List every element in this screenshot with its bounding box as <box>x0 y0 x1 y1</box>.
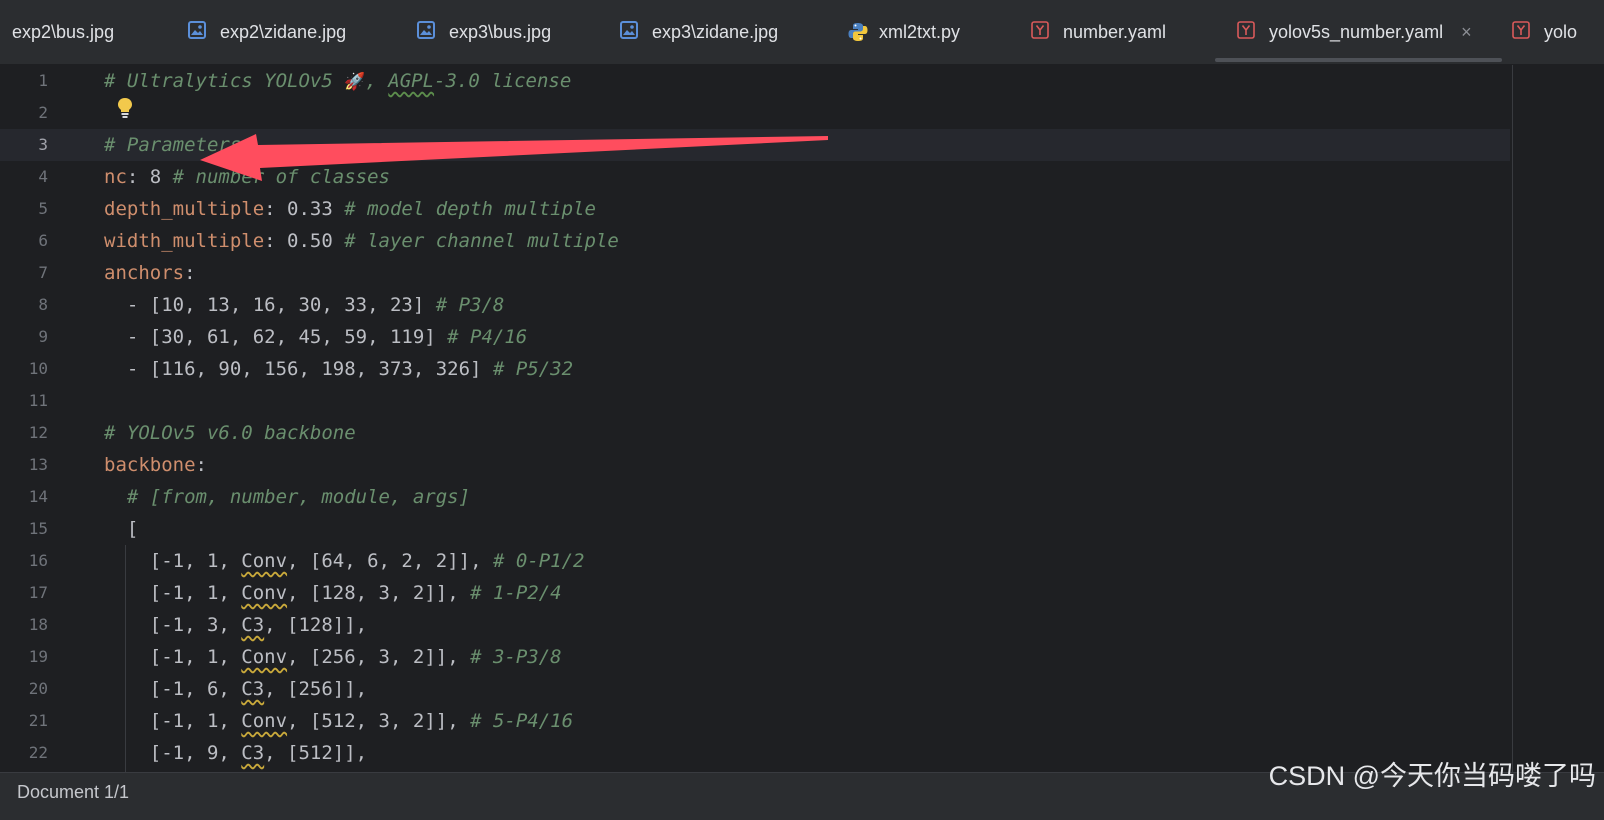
code-line-5: 5 depth_multiple: 0.33 # model depth mul… <box>0 193 1510 225</box>
image-icon <box>620 21 642 43</box>
tab-label: xml2txt.py <box>879 21 961 42</box>
line-number: 5 <box>38 199 48 218</box>
yaml-icon <box>1512 21 1534 43</box>
code-text: [-1, 1, Conv, [512, 3, 2]], # 5-P4/16 <box>104 710 574 732</box>
code-line-6: 6 width_multiple: 0.50 # layer channel m… <box>0 225 1510 257</box>
tab-label: yolo <box>1544 21 1578 42</box>
tab-exp3-zidane[interactable]: exp3\zidane.jpg <box>620 0 778 64</box>
python-icon <box>847 21 869 43</box>
code-line-19: 19 [-1, 1, Conv, [256, 3, 2]], # 3-P3/8 <box>0 641 1510 673</box>
tab-label: exp3\bus.jpg <box>449 21 552 42</box>
code-text: [-1, 1, Conv, [128, 3, 2]], # 1-P2/4 <box>104 582 562 604</box>
tab-yolov5s-number-yaml[interactable]: yolov5s_number.yaml × <box>1215 0 1502 64</box>
yaml-icon <box>1237 21 1259 43</box>
code-line-21: 21 [-1, 1, Conv, [512, 3, 2]], # 5-P4/16 <box>0 705 1510 737</box>
tab-label: yolov5s_number.yaml <box>1269 21 1444 42</box>
code-line-17: 17 [-1, 1, Conv, [128, 3, 2]], # 1-P2/4 <box>0 577 1510 609</box>
line-number: 1 <box>38 71 48 90</box>
lightbulb-icon[interactable] <box>114 96 136 120</box>
line-number: 19 <box>28 647 48 666</box>
code-text: nc: 8 # number of classes <box>104 166 390 188</box>
code-text: [-1, 1, Conv, [64, 6, 2, 2]], # 0-P1/2 <box>104 550 585 572</box>
line-number: 9 <box>38 327 48 346</box>
image-icon <box>417 21 439 43</box>
tab-label: exp2\zidane.jpg <box>220 21 347 42</box>
tab-yolo-overflow[interactable]: yolo <box>1512 0 1577 64</box>
code-line-16: 16 [-1, 1, Conv, [64, 6, 2, 2]], # 0-P1/… <box>0 545 1510 577</box>
code-line-7: 7 anchors: <box>0 257 1510 289</box>
document-status: Document 1/1 <box>17 782 130 802</box>
code-line-1: 1 # Ultralytics YOLOv5 🚀, AGPL-3.0 licen… <box>0 65 1510 97</box>
line-number: 6 <box>38 231 48 250</box>
code-line-12: 12 # YOLOv5 v6.0 backbone <box>0 417 1510 449</box>
code-text: - [30, 61, 62, 45, 59, 119] # P4/16 <box>104 326 528 348</box>
code-text: - [116, 90, 156, 198, 373, 326] # P5/32 <box>104 358 574 380</box>
indent-guide <box>125 545 126 772</box>
tab-exp2-bus[interactable]: exp2\bus.jpg <box>12 0 114 64</box>
code-text: anchors: <box>104 262 196 284</box>
tab-xml2txt[interactable]: xml2txt.py <box>847 0 960 64</box>
code-line-9: 9 - [30, 61, 62, 45, 59, 119] # P4/16 <box>0 321 1510 353</box>
tab-exp3-bus[interactable]: exp3\bus.jpg <box>417 0 551 64</box>
code-text: # YOLOv5 v6.0 backbone <box>104 422 356 444</box>
code-line-10: 10 - [116, 90, 156, 198, 373, 326] # P5/… <box>0 353 1510 385</box>
code-text: # Parameters <box>104 134 242 156</box>
right-margin-guide <box>1512 65 1513 772</box>
line-number: 21 <box>28 711 48 730</box>
line-number: 10 <box>28 359 48 378</box>
close-icon[interactable]: × <box>1461 23 1472 41</box>
code-text: # Ultralytics YOLOv5 🚀, AGPL-3.0 license <box>104 70 572 92</box>
line-number: 20 <box>28 679 48 698</box>
line-number: 13 <box>28 455 48 474</box>
editor-tab-bar: exp2\bus.jpg exp2\zidane.jpg exp3\bus.jp… <box>0 0 1604 65</box>
line-number: 16 <box>28 551 48 570</box>
watermark-text: CSDN @今天你当码喽了吗 <box>1268 761 1596 791</box>
code-text: backbone: <box>104 454 207 476</box>
tab-number-yaml[interactable]: number.yaml <box>1031 0 1166 64</box>
tab-label: number.yaml <box>1063 21 1167 42</box>
line-number: 18 <box>28 615 48 634</box>
tab-exp2-zidane[interactable]: exp2\zidane.jpg <box>188 0 346 64</box>
line-number: 12 <box>28 423 48 442</box>
code-line-3: 3 # Parameters <box>0 129 1510 161</box>
line-number: 8 <box>38 295 48 314</box>
code-text: [-1, 3, C3, [128]], <box>104 614 368 636</box>
line-number: 2 <box>38 103 48 122</box>
code-line-15: 15 [ <box>0 513 1510 545</box>
line-number: 3 <box>38 135 48 154</box>
code-editor[interactable]: 1 # Ultralytics YOLOv5 🚀, AGPL-3.0 licen… <box>0 65 1604 772</box>
line-number: 7 <box>38 263 48 282</box>
code-text: [ <box>104 518 139 540</box>
code-line-8: 8 - [10, 13, 16, 30, 33, 23] # P3/8 <box>0 289 1510 321</box>
tab-label: exp2\bus.jpg <box>12 21 115 42</box>
code-text: depth_multiple: 0.33 # model depth multi… <box>104 198 596 220</box>
code-line-11: 11 <box>0 385 1510 417</box>
tab-label: exp3\zidane.jpg <box>652 21 779 42</box>
code-text: [-1, 1, Conv, [256, 3, 2]], # 3-P3/8 <box>104 646 562 668</box>
line-number: 15 <box>28 519 48 538</box>
code-line-13: 13 backbone: <box>0 449 1510 481</box>
code-line-2: 2 <box>0 97 1510 129</box>
code-text: # [from, number, module, args] <box>104 486 471 508</box>
code-line-4: 4 nc: 8 # number of classes <box>0 161 1510 193</box>
code-text: - [10, 13, 16, 30, 33, 23] # P3/8 <box>104 294 505 316</box>
code-text: [-1, 6, C3, [256]], <box>104 678 368 700</box>
code-text: [-1, 9, C3, [512]], <box>104 742 368 764</box>
code-line-20: 20 [-1, 6, C3, [256]], <box>0 673 1510 705</box>
image-icon <box>188 21 210 43</box>
line-number: 14 <box>28 487 48 506</box>
yaml-icon <box>1031 21 1053 43</box>
code-line-14: 14 # [from, number, module, args] <box>0 481 1510 513</box>
line-number: 11 <box>28 391 48 410</box>
code-line-18: 18 [-1, 3, C3, [128]], <box>0 609 1510 641</box>
line-number: 17 <box>28 583 48 602</box>
line-number: 22 <box>28 743 48 762</box>
line-number: 4 <box>38 167 48 186</box>
code-text: width_multiple: 0.50 # layer channel mul… <box>104 230 619 252</box>
